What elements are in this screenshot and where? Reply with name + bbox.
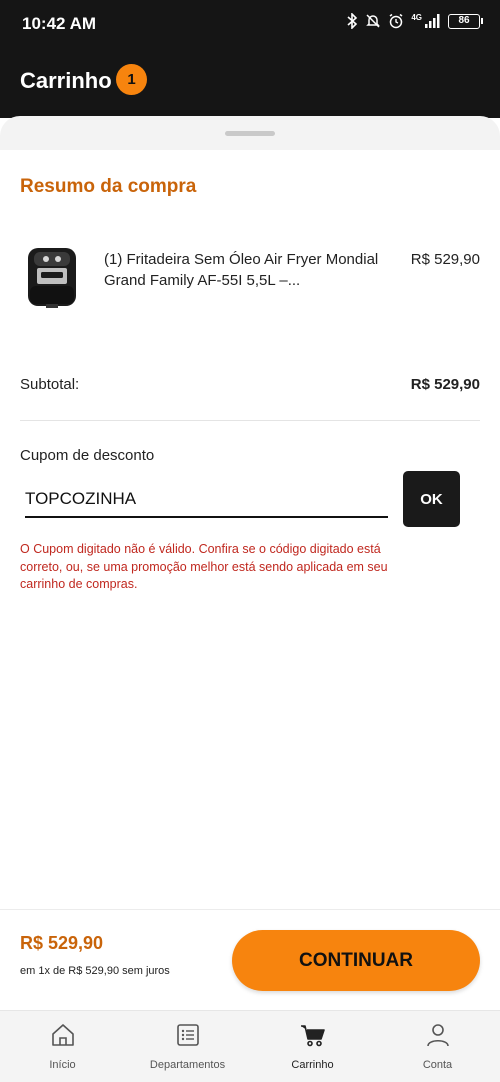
alarm-icon (389, 13, 403, 29)
divider (20, 420, 480, 421)
home-icon (51, 1024, 74, 1046)
nav-item-conta[interactable]: Conta (375, 1011, 500, 1082)
nav-label-carrinho: Carrinho (291, 1059, 334, 1071)
status-time: 10:42 AM (22, 14, 97, 33)
nav-item-carrinho[interactable]: Carrinho (250, 1011, 375, 1082)
battery-icon: 86 (448, 13, 483, 29)
continue-button[interactable]: CONTINUAR (232, 930, 480, 991)
subtotal-label: Subtotal: (20, 376, 80, 393)
coupon-error-message: O Cupom digitado não é válido. Confira s… (20, 542, 388, 591)
status-icons: 4G 86 (346, 13, 483, 29)
air-fryer-image (24, 244, 80, 310)
list-icon (176, 1024, 199, 1046)
page-title: Carrinho (20, 68, 112, 93)
coupon-input[interactable] (25, 482, 388, 518)
drag-handle[interactable] (225, 131, 275, 136)
product-name[interactable]: (1) Fritadeira Sem Óleo Air Fryer Mondia… (104, 249, 394, 291)
total-price: R$ 529,90 (20, 933, 104, 953)
battery-level: 86 (458, 14, 470, 26)
bottom-nav: Início Departamentos Carrinho Conta (0, 1010, 500, 1082)
status-bar: 10:42 AM 4G 86 (0, 0, 500, 48)
nav-label-departamentos: Departamentos (149, 1059, 226, 1071)
nav-label-inicio: Início (49, 1059, 76, 1071)
footer-divider (0, 909, 500, 910)
silent-icon (366, 14, 381, 28)
nav-label-conta: Conta (422, 1059, 453, 1071)
installments-text: em 1x de R$ 529,90 sem juros (20, 965, 170, 977)
nav-item-departamentos[interactable]: Departamentos (125, 1011, 250, 1082)
signal-icon (425, 14, 440, 28)
nav-item-inicio[interactable]: Início (0, 1011, 125, 1082)
app-header: Carrinho (0, 48, 500, 118)
bluetooth-icon (347, 13, 358, 29)
cart-icon (300, 1025, 325, 1047)
summary-title: Resumo da compra (20, 176, 197, 197)
user-icon (426, 1024, 449, 1047)
network-label: 4G (411, 13, 422, 22)
coupon-label: Cupom de desconto (20, 447, 155, 464)
apply-coupon-button[interactable]: OK (403, 471, 460, 527)
cart-count-badge: 1 (116, 64, 147, 95)
subtotal-value: R$ 529,90 (410, 376, 480, 393)
product-price: R$ 529,90 (410, 251, 480, 268)
